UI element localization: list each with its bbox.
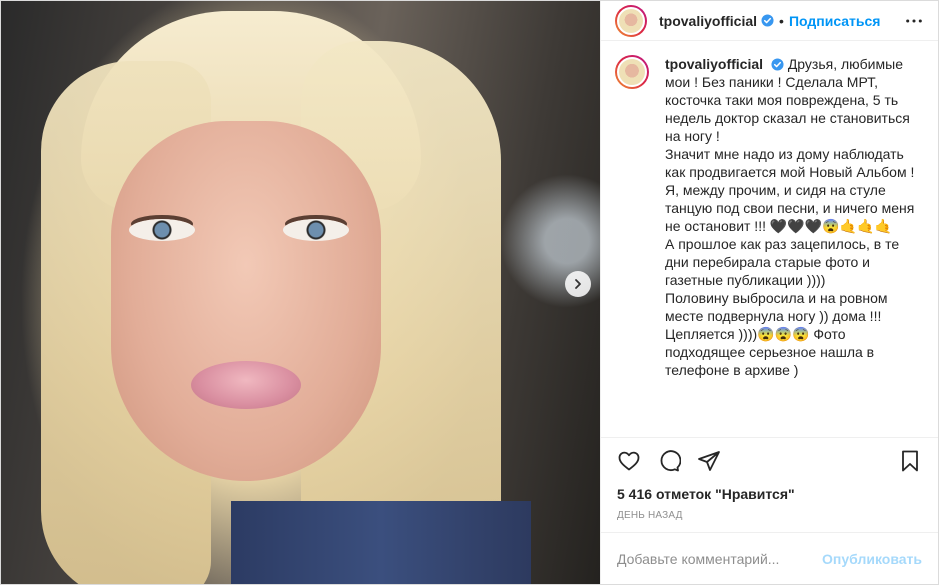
likes-label: отметок "Нравится" [655,486,795,502]
post-timestamp[interactable]: день назад [601,510,938,532]
photo-lips [191,361,301,409]
post-photo[interactable] [1,1,600,584]
chevron-right-icon [575,279,581,289]
post-sidebar: tpovaliyofficial • Подписаться tpovaliyo… [600,1,938,584]
avatar[interactable] [615,4,647,37]
comments-area: tpovaliyofficial Друзья, любимые мои ! Б… [601,41,938,438]
photo-eye-right [283,219,349,241]
publish-button[interactable]: Опубликовать [822,551,922,567]
verified-badge-icon [761,14,774,27]
next-photo-button[interactable] [565,271,591,297]
follow-button[interactable]: Подписаться [789,13,881,29]
paper-plane-icon[interactable] [695,447,723,475]
separator-dot: • [779,12,784,29]
caption: tpovaliyofficial Друзья, любимые мои ! Б… [615,55,922,379]
action-bar [601,438,938,484]
photo-eye-left [129,219,195,241]
likes-count[interactable]: 5 416 отметок "Нравится" [601,484,938,504]
comment-input[interactable] [617,550,823,567]
caption-username[interactable]: tpovaliyofficial [665,56,763,72]
photo-face [111,121,381,481]
bookmark-icon[interactable] [896,447,924,475]
photo-background-tree [490,161,600,321]
heart-icon[interactable] [615,447,643,475]
caption-body: Друзья, любимые мои ! Без паники ! Сдела… [665,56,915,378]
more-options-icon[interactable] [904,12,924,30]
caption-avatar[interactable] [615,55,649,89]
header-username[interactable]: tpovaliyofficial [659,13,757,29]
add-comment-bar: Опубликовать [601,532,938,584]
verified-badge-icon [771,58,784,71]
post-header: tpovaliyofficial • Подписаться [601,1,938,41]
likes-number: 5 416 [617,486,653,502]
caption-text: tpovaliyofficial Друзья, любимые мои ! Б… [665,55,915,379]
instagram-post: tpovaliyofficial • Подписаться tpovaliyo… [0,0,939,585]
comment-bubble-icon[interactable] [655,447,683,475]
photo-dress [231,501,531,584]
